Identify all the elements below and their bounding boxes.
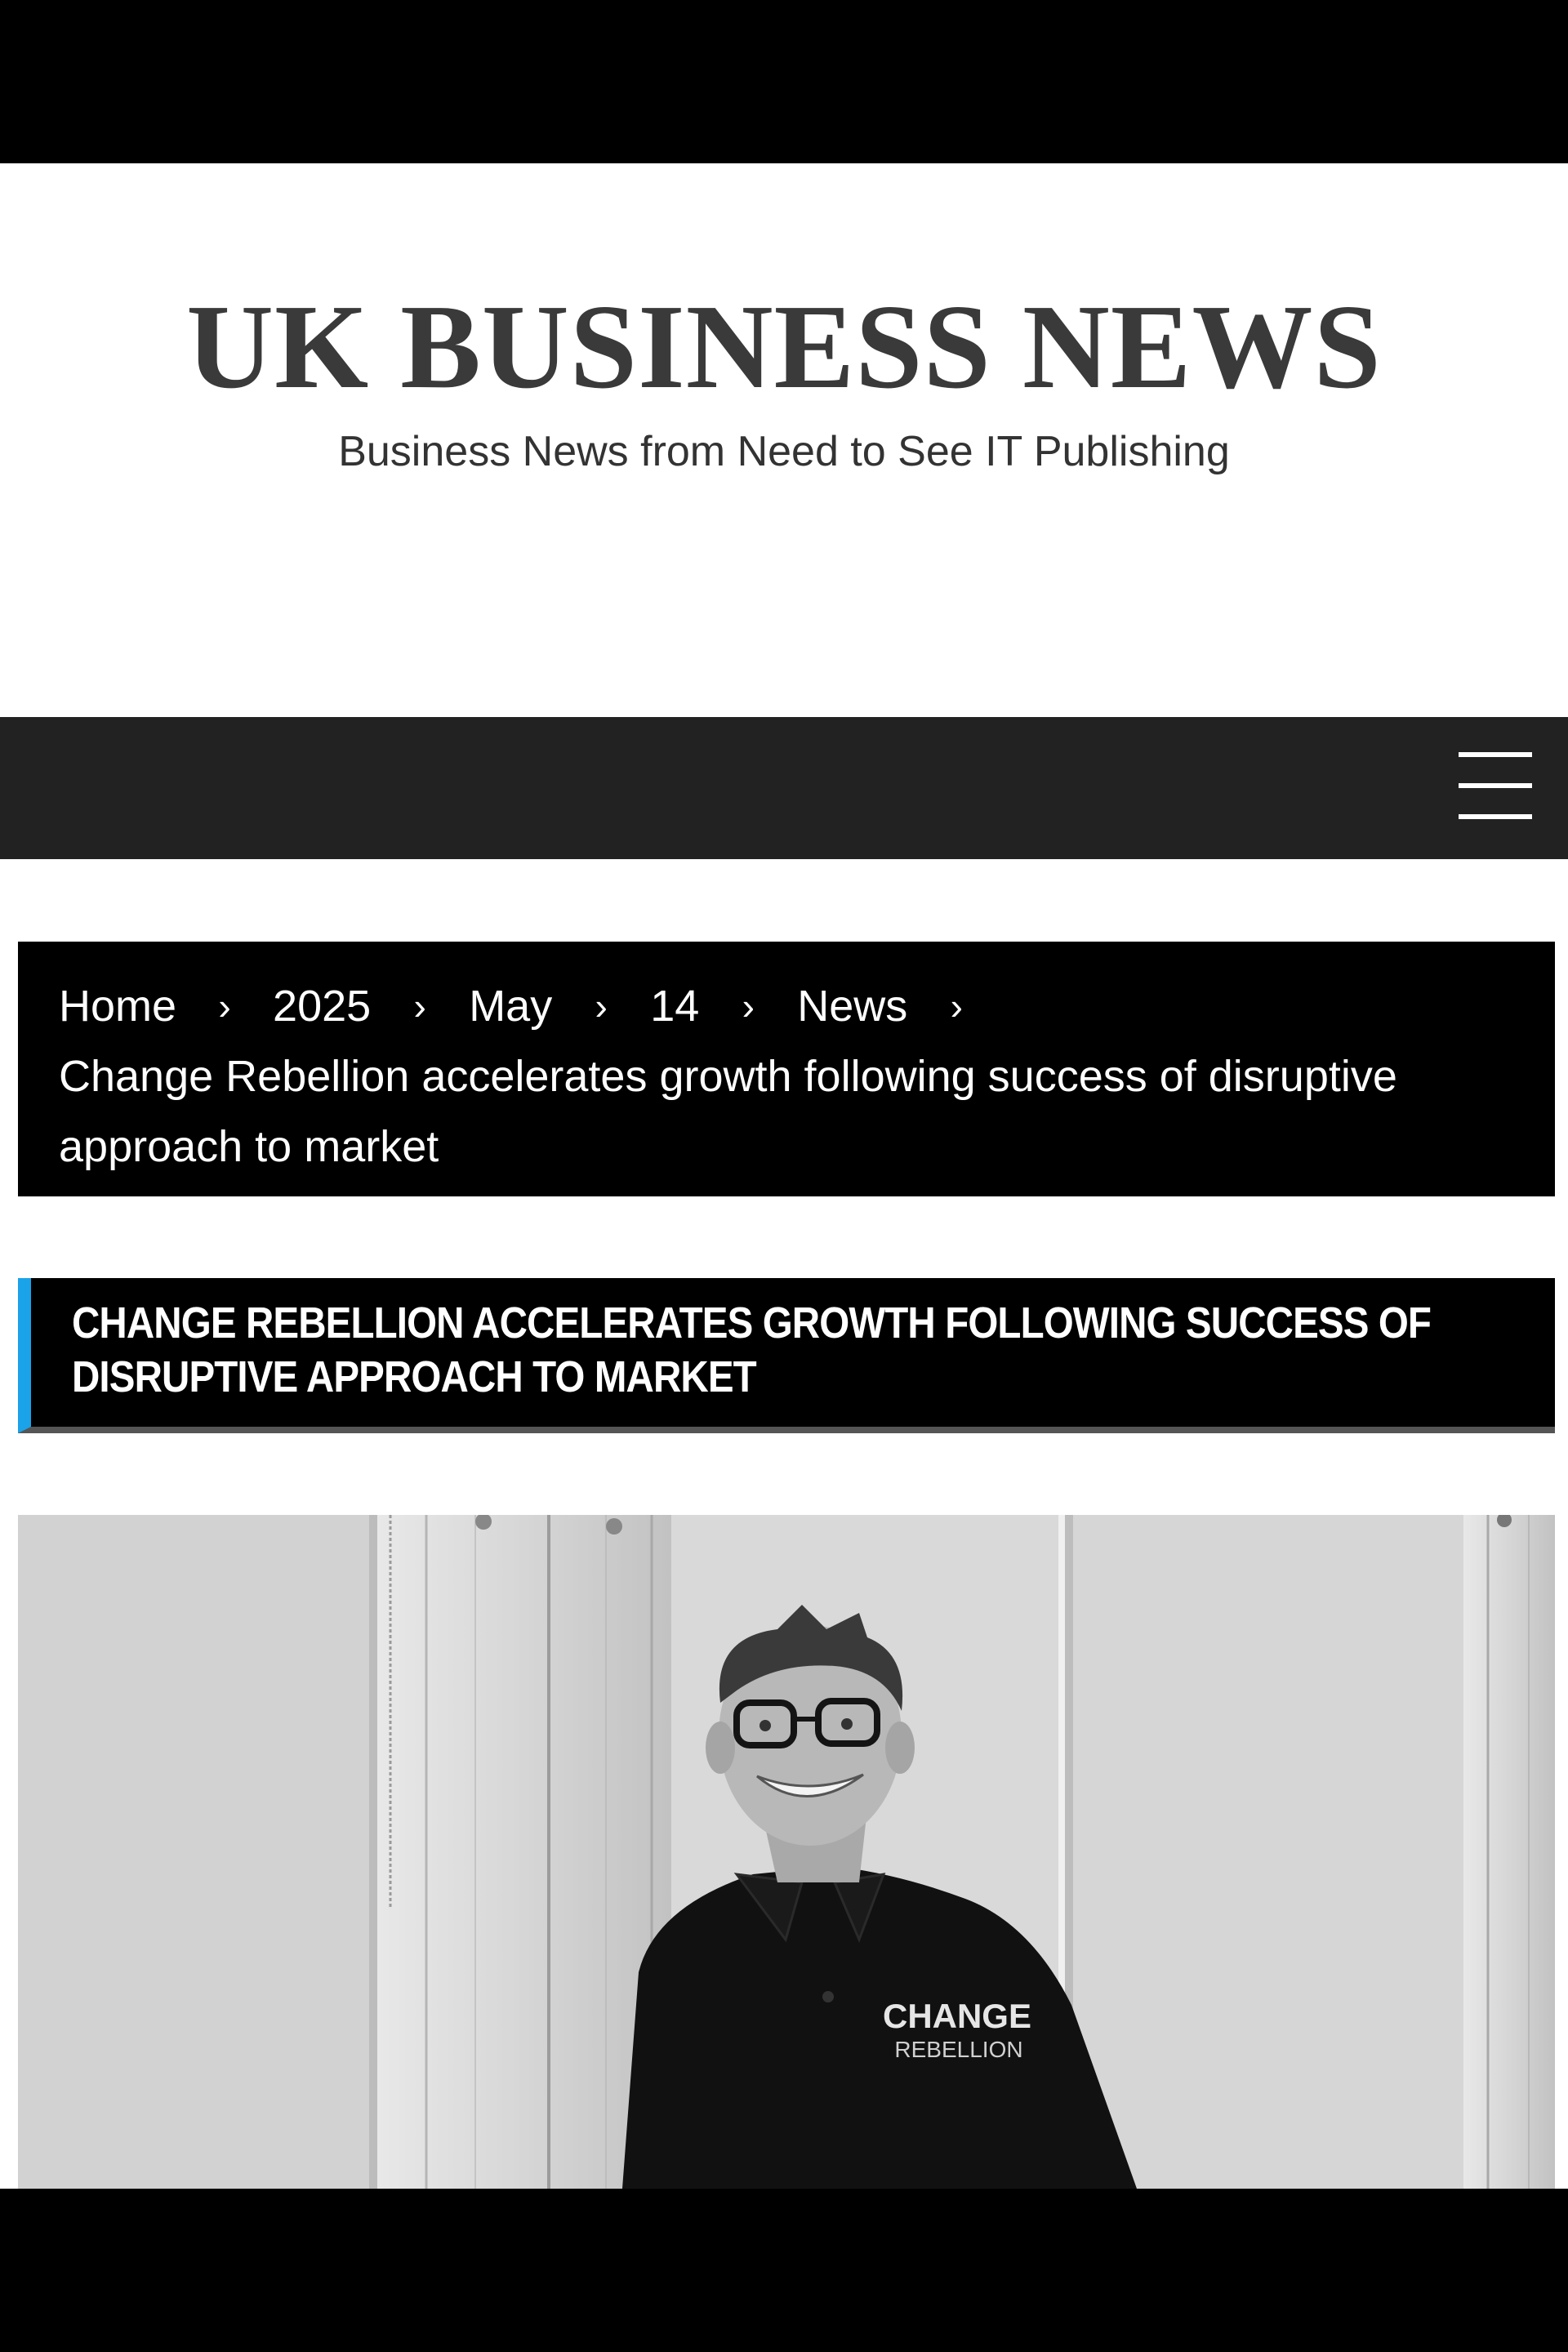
bottom-black-bar: [0, 2189, 1568, 2352]
menu-line: [1459, 752, 1532, 757]
article-title-box: Change Rebellion accelerates growth foll…: [18, 1278, 1555, 1433]
featured-image[interactable]: CHANGE REBELLION: [18, 1515, 1555, 2189]
site-tagline: Business News from Need to See IT Publis…: [338, 428, 1230, 475]
chevron-right-icon: ›: [742, 985, 755, 1027]
breadcrumb-day[interactable]: 14: [650, 982, 699, 1031]
chevron-right-icon: ›: [218, 985, 231, 1027]
hamburger-menu-icon[interactable]: [1459, 752, 1532, 819]
breadcrumb-year[interactable]: 2025: [273, 982, 371, 1031]
featured-photo: CHANGE REBELLION: [18, 1515, 1555, 2189]
shirt-logo-line2: REBELLION: [894, 2037, 1022, 2062]
breadcrumb: Home › 2025 › May › 14 › News › Change Rebellion …: [18, 942, 1555, 1196]
breadcrumb-current-page: Change Rebellion accelerates growth foll…: [59, 1052, 1397, 1171]
shirt-logo-line1: CHANGE: [883, 1997, 1031, 2035]
top-black-bar: [0, 0, 1568, 163]
site-title[interactable]: UK BUSINESS NEWS: [0, 282, 1568, 412]
main-navigation-bar: [0, 717, 1568, 859]
chevron-right-icon: ›: [950, 985, 963, 1027]
breadcrumb-month[interactable]: May: [469, 982, 552, 1031]
breadcrumb-home[interactable]: Home: [59, 982, 176, 1031]
breadcrumb-category[interactable]: News: [797, 982, 907, 1031]
menu-line: [1459, 814, 1532, 819]
chevron-right-icon: ›: [413, 985, 426, 1027]
chevron-right-icon: ›: [595, 985, 608, 1027]
article-title: Change Rebellion accelerates growth foll…: [72, 1298, 1432, 1401]
menu-line: [1459, 783, 1532, 788]
